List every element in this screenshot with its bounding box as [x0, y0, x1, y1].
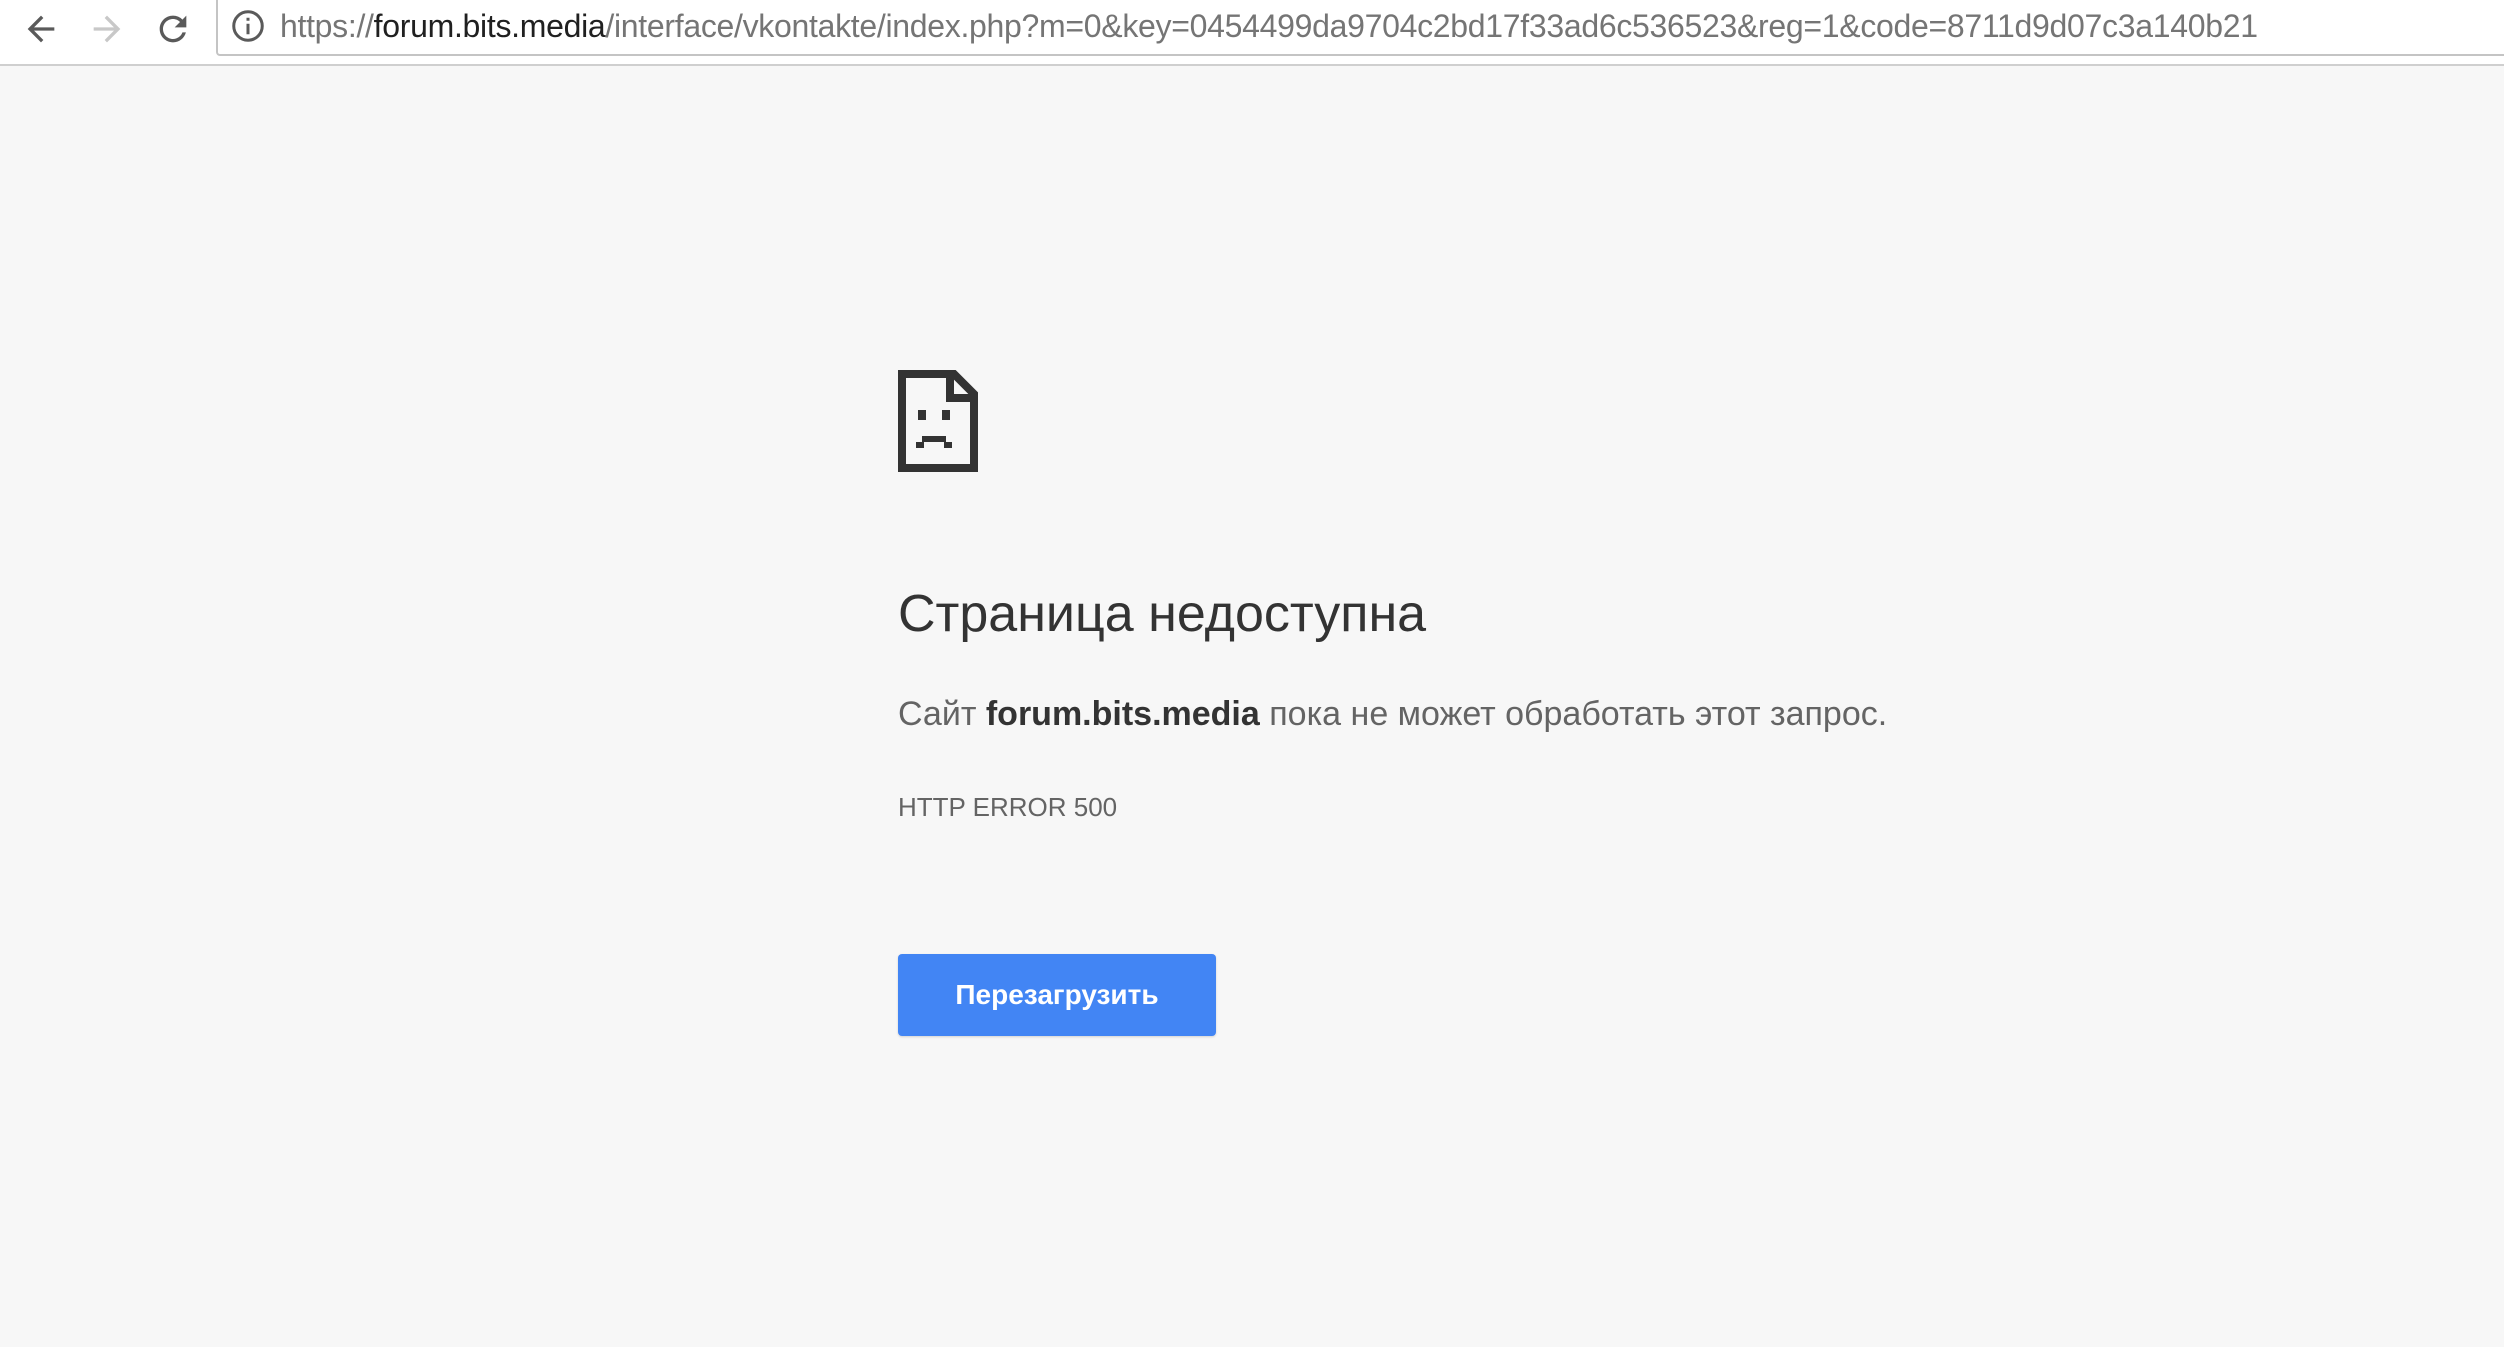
url-text[interactable]: https://forum.bits.media/interface/vkont…: [280, 6, 2258, 46]
reload-button[interactable]: [148, 4, 198, 54]
sad-document-icon: [898, 370, 978, 472]
forward-button[interactable]: [82, 4, 132, 54]
browser-toolbar: https://forum.bits.media/interface/vkont…: [0, 0, 2504, 66]
url-path: /interface/vkontakte/index.php?m=0&key=0…: [605, 8, 2258, 44]
desc-suffix: пока не может обработать этот запрос.: [1259, 695, 1888, 733]
error-description: Сайт forum.bits.media пока не может обра…: [898, 692, 1887, 736]
page-title: Страница недоступна: [898, 585, 1427, 643]
reload-icon: [159, 15, 187, 43]
arrow-right-icon: [93, 15, 121, 43]
url-host: forum.bits.media: [373, 8, 606, 44]
info-circle-icon[interactable]: [230, 8, 266, 44]
back-button[interactable]: [16, 4, 66, 54]
url-scheme: https://: [280, 8, 374, 44]
reload-page-button[interactable]: Перезагрузить: [898, 954, 1216, 1036]
arrow-left-icon: [27, 15, 55, 43]
error-code: HTTP ERROR 500: [898, 792, 1118, 822]
desc-host: forum.bits.media: [985, 695, 1260, 733]
address-bar[interactable]: https://forum.bits.media/interface/vkont…: [216, 0, 2504, 56]
desc-prefix: Сайт: [898, 695, 986, 733]
